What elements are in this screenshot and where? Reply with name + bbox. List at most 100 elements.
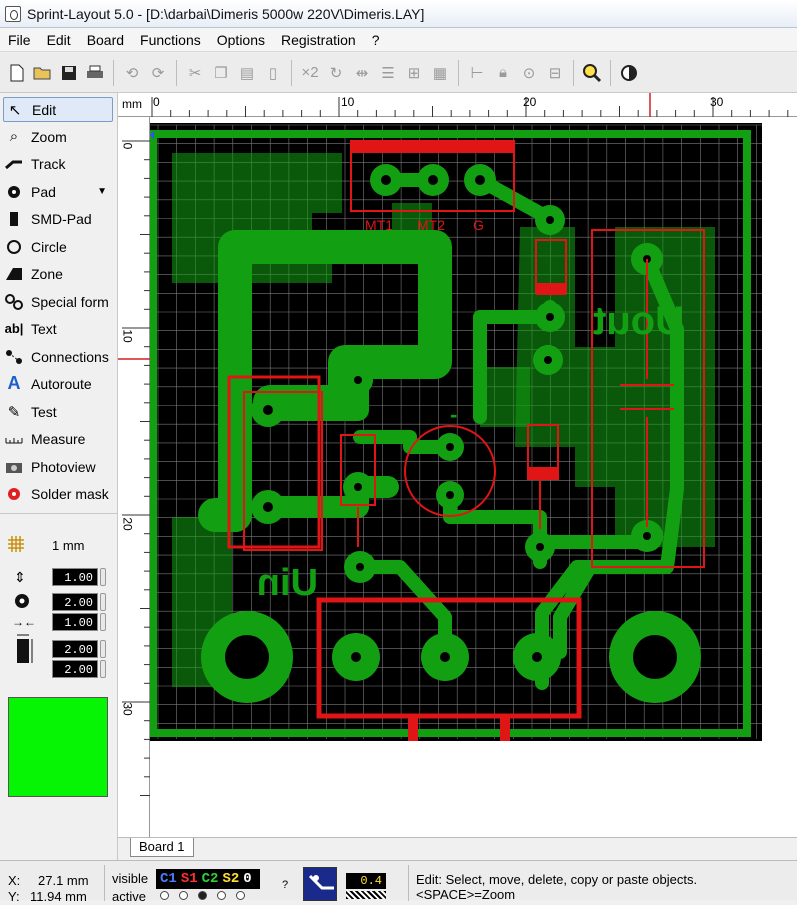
window-title: Sprint-Layout 5.0 - [D:\darbai\Dimeris 5…: [27, 5, 425, 22]
pad-inner-icon: →←: [12, 615, 36, 629]
tool-connections-label: Connections: [31, 348, 109, 365]
tool-zone[interactable]: Zone: [3, 261, 113, 286]
active-radio-0[interactable]: [236, 891, 245, 900]
tool-smd-pad[interactable]: SMD-Pad: [3, 206, 113, 231]
ruler-top-label-0: 0: [153, 95, 160, 109]
cut-icon[interactable]: ✂: [183, 61, 207, 85]
track-value[interactable]: 0.4: [346, 873, 386, 889]
status-bar: X: 27.1 mm Y: 11.94 mm visible active C1…: [0, 860, 797, 904]
board-tabs: Board 1: [118, 837, 797, 860]
align-icon[interactable]: ☰: [376, 61, 400, 85]
active-radio-s1[interactable]: [179, 891, 188, 900]
pad-inner-spinner[interactable]: [100, 613, 106, 631]
tab-board-1[interactable]: Board 1: [130, 838, 194, 857]
board-canvas[interactable]: MT1 MT2 G Uout Uin -: [150, 117, 797, 837]
camera-icon[interactable]: ⊙: [517, 61, 541, 85]
layer-c1[interactable]: C1: [160, 871, 177, 887]
track-mode-icon[interactable]: [303, 867, 337, 901]
smd-height-input[interactable]: 2.00: [52, 660, 98, 678]
menu-file[interactable]: File: [0, 28, 39, 52]
group-icon[interactable]: ⊞: [402, 61, 426, 85]
redo-icon[interactable]: ⟳: [146, 61, 170, 85]
chevron-down-icon[interactable]: ▼: [97, 186, 107, 197]
lock-icon[interactable]: 🔒︎: [491, 61, 515, 85]
contrast-icon[interactable]: [617, 61, 641, 85]
layer-c2[interactable]: C2: [202, 871, 219, 887]
active-radio-group: [160, 891, 245, 900]
tool-test[interactable]: ✎ Test: [3, 399, 113, 424]
smd-width-spinner[interactable]: [100, 640, 106, 658]
smd-width-input[interactable]: 2.00: [52, 640, 98, 658]
mirror-icon[interactable]: ⇹: [350, 61, 374, 85]
layer-0[interactable]: 0: [243, 871, 251, 887]
camera-icon: [3, 457, 25, 477]
zone-icon: [3, 264, 25, 284]
layer-s2[interactable]: S2: [222, 871, 239, 887]
tool-edit[interactable]: ↖ Edit: [3, 97, 113, 122]
delete-icon[interactable]: ▯: [261, 61, 285, 85]
ruler-left: 0 10 20 30: [118, 117, 150, 837]
tool-text[interactable]: ab| Text: [3, 316, 113, 341]
pcb-layout[interactable]: MT1 MT2 G Uout Uin -: [150, 117, 797, 837]
tool-autoroute[interactable]: A Autoroute: [3, 371, 113, 396]
copy-icon[interactable]: ❐: [209, 61, 233, 85]
menu-registration[interactable]: Registration: [273, 28, 364, 52]
ruler-unit: mm: [122, 97, 142, 111]
tool-solder-mask[interactable]: Solder mask: [3, 481, 113, 506]
x-label: X:: [8, 873, 21, 888]
layer-help-button[interactable]: ?: [282, 879, 288, 891]
special-form-icon: [3, 292, 25, 312]
menu-functions[interactable]: Functions: [132, 28, 209, 52]
label-mt2: MT2: [417, 217, 445, 233]
ruler-top: mm 0 10 20 30: [118, 93, 797, 117]
rotate-icon[interactable]: ↻: [324, 61, 348, 85]
undo-icon[interactable]: ⟲: [120, 61, 144, 85]
track-width-spinner[interactable]: [100, 568, 106, 586]
x2-icon[interactable]: ×2: [298, 61, 322, 85]
menu-help[interactable]: ?: [364, 28, 388, 52]
new-file-icon[interactable]: [5, 61, 29, 85]
ungroup-icon[interactable]: ⊟: [543, 61, 567, 85]
tool-track[interactable]: Track: [3, 151, 113, 176]
ruler-top-label-20: 20: [523, 95, 537, 109]
layer-s1[interactable]: S1: [181, 871, 198, 887]
tool-photoview[interactable]: Photoview: [3, 454, 113, 479]
smd-height-spinner[interactable]: [100, 660, 106, 678]
menu-options[interactable]: Options: [209, 28, 273, 52]
menu-edit[interactable]: Edit: [39, 28, 79, 52]
layer-color-swatch[interactable]: [8, 697, 108, 797]
tool-connections[interactable]: Connections: [3, 344, 113, 369]
track-width-input[interactable]: 1.00: [52, 568, 98, 586]
tool-pad-label: Pad: [31, 183, 56, 200]
menu-board[interactable]: Board: [79, 28, 132, 52]
active-radio-c2[interactable]: [198, 891, 207, 900]
tool-special-form[interactable]: Special form: [3, 289, 113, 314]
tool-photoview-label: Photoview: [31, 458, 96, 475]
y-value: 11.94 mm: [30, 889, 87, 904]
pattern-icon[interactable]: ▦: [428, 61, 452, 85]
tool-solder-mask-label: Solder mask: [31, 485, 109, 502]
tool-edit-label: Edit: [32, 101, 57, 118]
magnifier-icon: ⌕: [9, 128, 19, 145]
pad-outer-spinner[interactable]: [100, 593, 106, 611]
save-icon[interactable]: [57, 61, 81, 85]
zoom-icon[interactable]: [580, 61, 604, 85]
tool-special-form-label: Special form: [31, 293, 109, 310]
status-message-1: Edit: Select, move, delete, copy or past…: [416, 872, 698, 887]
pad-outer-input[interactable]: 2.00: [52, 593, 98, 611]
tool-measure[interactable]: Measure: [3, 426, 113, 451]
tool-circle[interactable]: Circle: [3, 234, 113, 259]
tool-smd-pad-label: SMD-Pad: [31, 210, 92, 227]
paste-icon[interactable]: ▤: [235, 61, 259, 85]
tool-pad[interactable]: Pad ▼: [3, 179, 113, 204]
tool-zoom-label: Zoom: [31, 128, 67, 145]
active-radio-c1[interactable]: [160, 891, 169, 900]
print-icon[interactable]: [83, 61, 107, 85]
grid-setting[interactable]: 1 mm: [0, 535, 118, 555]
active-radio-s2[interactable]: [217, 891, 226, 900]
tool-zoom[interactable]: ⌕ Zoom: [3, 124, 113, 149]
label-minus: -: [450, 402, 457, 427]
open-folder-icon[interactable]: [31, 61, 55, 85]
pad-inner-input[interactable]: 1.00: [52, 613, 98, 631]
tree-icon[interactable]: ⊢: [465, 61, 489, 85]
